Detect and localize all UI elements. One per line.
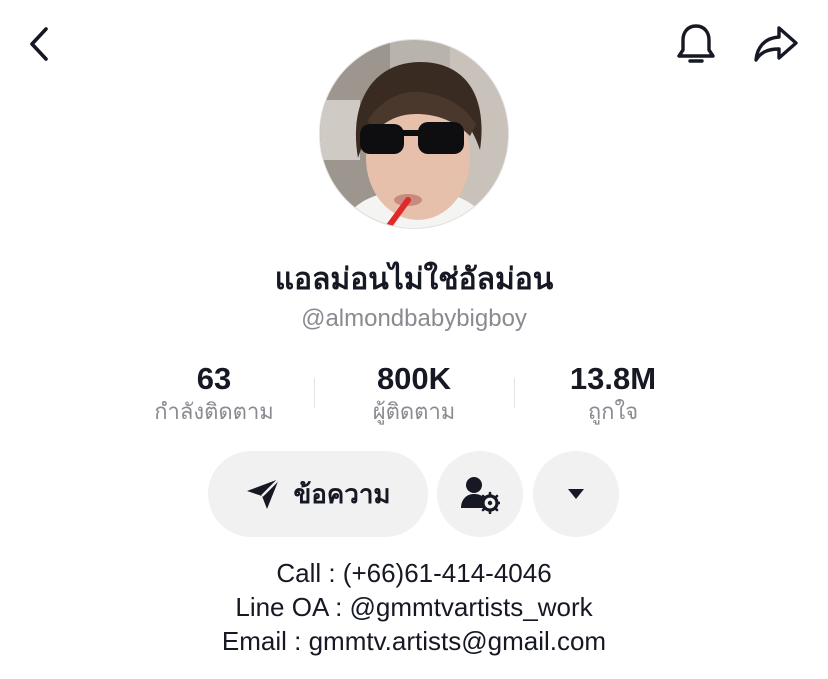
message-button-label: ข้อความ [293,479,391,510]
share-arrow-icon [754,26,798,62]
following-stat[interactable]: 63 กำลังติดตาม [114,360,314,428]
followers-stat[interactable]: 800K ผู้ติดตาม [314,360,514,428]
more-options-button[interactable] [533,451,619,537]
avatar-photo [320,40,508,228]
following-label: กำลังติดตาม [154,400,274,425]
caret-down-icon [568,489,584,499]
chevron-left-icon [30,27,48,61]
back-button[interactable] [18,22,62,66]
user-settings-icon [461,477,500,514]
bio-line-line-oa: Line OA : @gmmtvartists_work [235,592,593,622]
username: @almondbabybigboy [301,305,527,332]
followers-count: 800K [376,361,452,396]
notification-bell-button[interactable] [672,20,720,68]
bio: Call : (+66)61-414-4046 Line OA : @gmmtv… [0,556,828,658]
followers-label: ผู้ติดตาม [372,400,456,425]
likes-label: ถูกใจ [587,400,639,425]
bio-line-email: Email : gmmtv.artists@gmail.com [221,626,607,656]
share-button[interactable] [750,20,802,68]
bio-line-phone: Call : (+66)61-414-4046 [276,558,552,588]
display-name: แอลม่อนไม่ใช่อัลม่อน [274,262,554,297]
bell-icon [677,24,715,63]
likes-count: 13.8M [569,361,657,396]
send-icon [247,478,281,509]
profile-avatar[interactable] [319,39,509,229]
likes-stat[interactable]: 13.8M ถูกใจ [513,360,713,428]
following-count: 63 [196,361,232,396]
friend-settings-button[interactable] [437,451,523,537]
message-button[interactable]: ข้อความ [208,451,428,537]
